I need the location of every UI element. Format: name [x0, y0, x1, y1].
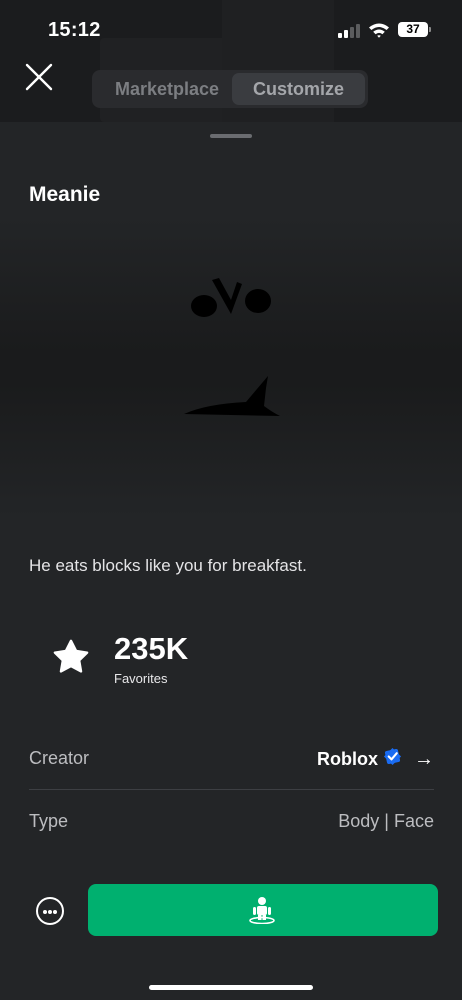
type-label: Type [29, 811, 69, 831]
divider [29, 789, 434, 790]
battery-icon: 37 [398, 22, 428, 37]
status-bar: 15:12 37 [0, 0, 462, 62]
type-value: Body | Face [338, 811, 434, 831]
close-icon[interactable] [24, 62, 54, 92]
favorites-count: 235K [114, 631, 189, 666]
wifi-icon [369, 23, 389, 38]
cellular-signal-icon [338, 24, 360, 38]
verified-badge-icon [383, 747, 402, 765]
arrow-right-icon: → [414, 747, 434, 770]
meanie-face-image [184, 278, 280, 416]
creator-link[interactable]: Roblox → [317, 745, 434, 773]
creator-label: Creator [29, 748, 90, 768]
marketplace-customize-tabs: Marketplace Customize [92, 70, 368, 108]
item-description: He eats blocks like you for breakfast. [29, 556, 307, 575]
home-indicator[interactable] [149, 985, 313, 990]
avatar-try-on-icon [249, 897, 275, 924]
item-title: Meanie [29, 183, 101, 206]
status-time: 15:12 [48, 19, 101, 41]
try-on-button[interactable] [88, 884, 438, 936]
battery-tip [429, 27, 431, 32]
tab-marketplace[interactable]: Marketplace [100, 73, 234, 105]
creator-name[interactable]: Roblox [317, 749, 378, 770]
sheet-grabber-handle[interactable] [210, 134, 252, 138]
tab-customize[interactable]: Customize [232, 73, 365, 105]
favorite-star-icon[interactable] [52, 638, 90, 676]
favorites-label: Favorites [114, 671, 168, 686]
more-options-icon[interactable] [36, 897, 64, 925]
